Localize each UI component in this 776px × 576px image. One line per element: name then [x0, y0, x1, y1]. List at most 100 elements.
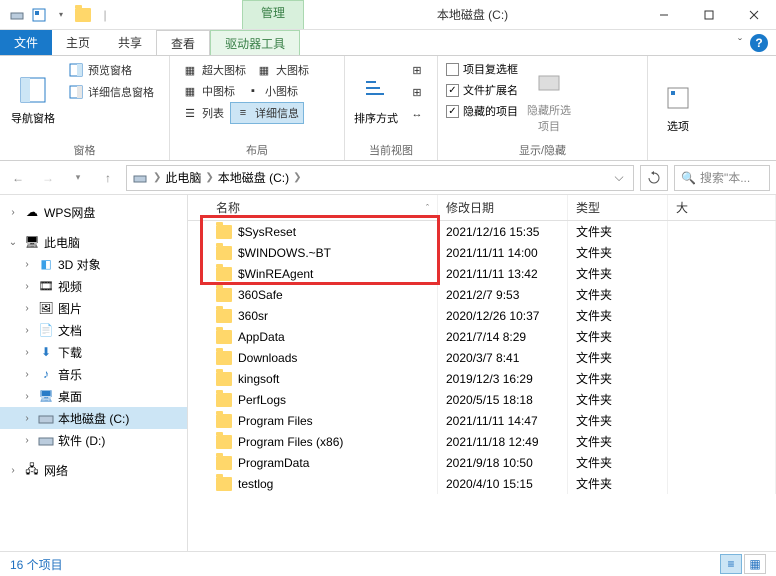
- group-current-view-label: 当前视图: [353, 140, 429, 158]
- tree-network[interactable]: ›🖧网络: [0, 459, 187, 481]
- extra-large-icons-button[interactable]: ▦超大图标: [178, 60, 250, 80]
- refresh-button[interactable]: [640, 165, 668, 191]
- tab-view[interactable]: 查看: [156, 30, 210, 55]
- hidden-items-toggle[interactable]: ✓隐藏的项目: [446, 102, 518, 120]
- medium-icons-button[interactable]: ▦中图标: [178, 81, 239, 101]
- thumbnails-view-toggle[interactable]: ▦: [744, 554, 766, 574]
- table-row[interactable]: kingsoft2019/12/3 16:29文件夹: [188, 368, 776, 389]
- drive-icon: [8, 6, 26, 24]
- breadcrumb-this-pc[interactable]: 此电脑: [165, 169, 201, 186]
- address-bar[interactable]: ❯ 此电脑 ❯ 本地磁盘 (C:) ❯ ⌵: [126, 165, 634, 191]
- tree-this-pc[interactable]: ⌄🖥此电脑: [0, 231, 187, 253]
- file-type: 文件夹: [568, 452, 668, 473]
- tree-drive-d[interactable]: ›软件 (D:): [0, 429, 187, 451]
- file-type: 文件夹: [568, 221, 668, 242]
- file-type: 文件夹: [568, 284, 668, 305]
- column-type[interactable]: 类型: [568, 195, 668, 220]
- sort-by-button[interactable]: 排序方式: [353, 60, 399, 140]
- maximize-button[interactable]: [686, 0, 731, 30]
- column-size[interactable]: 大: [668, 195, 776, 220]
- help-icon[interactable]: ?: [750, 34, 768, 52]
- tab-home[interactable]: 主页: [52, 30, 104, 55]
- properties-icon[interactable]: [30, 6, 48, 24]
- tree-3d-objects[interactable]: ›◧3D 对象: [0, 253, 187, 275]
- chevron-right-icon[interactable]: ❯: [293, 172, 301, 183]
- list-view-button[interactable]: ☰列表: [178, 102, 228, 124]
- tab-drive-tools[interactable]: 驱动器工具: [210, 30, 300, 55]
- file-type: 文件夹: [568, 389, 668, 410]
- folder-icon: [216, 288, 232, 302]
- tree-documents[interactable]: ›📄文档: [0, 319, 187, 341]
- navigation-tree[interactable]: ›☁WPS网盘 ⌄🖥此电脑 ›◧3D 对象 ›🎞视频 ›🖼图片 ›📄文档 ›⬇下…: [0, 195, 188, 551]
- chevron-right-icon[interactable]: ❯: [153, 172, 161, 183]
- file-date: 2021/11/18 12:49: [438, 431, 568, 452]
- tree-wps[interactable]: ›☁WPS网盘: [0, 201, 187, 223]
- file-list[interactable]: $SysReset2021/12/16 15:35文件夹$WINDOWS.~BT…: [188, 221, 776, 551]
- drive-icon: [38, 410, 54, 426]
- folder-icon: [216, 372, 232, 386]
- table-row[interactable]: Program Files (x86) 2021/11/18 12:49文件夹: [188, 431, 776, 452]
- column-date[interactable]: 修改日期: [438, 195, 568, 220]
- quick-access-toolbar: ▾ |: [0, 0, 122, 29]
- tree-desktop[interactable]: ›🖥桌面: [0, 385, 187, 407]
- file-date: 2021/11/11 14:00: [438, 242, 568, 263]
- tree-music[interactable]: ›♪音乐: [0, 363, 187, 385]
- forward-button[interactable]: →: [36, 166, 60, 190]
- details-view-toggle[interactable]: ≡: [720, 554, 742, 574]
- tab-file[interactable]: 文件: [0, 30, 52, 55]
- hide-selected-button[interactable]: 隐藏所选项目: [524, 60, 574, 140]
- file-date: 2021/9/18 10:50: [438, 452, 568, 473]
- file-type: 文件夹: [568, 368, 668, 389]
- folder-icon: [216, 477, 232, 491]
- column-name[interactable]: 名称ˆ: [188, 195, 438, 220]
- table-row[interactable]: testlog2020/4/10 15:15文件夹: [188, 473, 776, 494]
- recent-locations-button[interactable]: ▾: [66, 166, 90, 190]
- table-row[interactable]: 360sr2020/12/26 10:37文件夹: [188, 305, 776, 326]
- document-icon: 📄: [38, 322, 54, 338]
- file-type: 文件夹: [568, 263, 668, 284]
- table-row[interactable]: ProgramData2021/9/18 10:50文件夹: [188, 452, 776, 473]
- search-input[interactable]: 🔍 搜索"本...: [674, 165, 770, 191]
- small-icons-button[interactable]: ▪小图标: [241, 81, 302, 101]
- options-button[interactable]: 选项: [656, 60, 700, 156]
- large-icons-button[interactable]: ▦大图标: [252, 60, 313, 80]
- qat-dropdown-icon[interactable]: ▾: [52, 6, 70, 24]
- table-row[interactable]: $WINDOWS.~BT2021/11/11 14:00文件夹: [188, 242, 776, 263]
- details-pane-button[interactable]: 详细信息窗格: [64, 82, 158, 102]
- column-headers[interactable]: 名称ˆ 修改日期 类型 大: [188, 195, 776, 221]
- table-row[interactable]: 360Safe2021/2/7 9:53文件夹: [188, 284, 776, 305]
- details-view-button[interactable]: ≡详细信息: [230, 102, 304, 124]
- table-row[interactable]: Downloads2020/3/7 8:41文件夹: [188, 347, 776, 368]
- folder-icon: [216, 267, 232, 281]
- table-row[interactable]: $SysReset2021/12/16 15:35文件夹: [188, 221, 776, 242]
- table-row[interactable]: AppData2021/7/14 8:29文件夹: [188, 326, 776, 347]
- tree-drive-c[interactable]: ›本地磁盘 (C:): [0, 407, 187, 429]
- collapse-ribbon-icon[interactable]: ˇ: [738, 36, 742, 50]
- tree-downloads[interactable]: ›⬇下载: [0, 341, 187, 363]
- file-name: Program Files (x86): [238, 435, 343, 449]
- chevron-right-icon[interactable]: ❯: [205, 172, 213, 183]
- search-icon: 🔍: [681, 171, 696, 185]
- table-row[interactable]: PerfLogs2020/5/15 18:18文件夹: [188, 389, 776, 410]
- add-columns-button[interactable]: ⊞: [405, 82, 429, 102]
- close-button[interactable]: [731, 0, 776, 30]
- preview-pane-button[interactable]: 预览窗格: [64, 60, 158, 80]
- file-type: 文件夹: [568, 431, 668, 452]
- file-name: $WinREAgent: [238, 267, 313, 281]
- group-panes-label: 窗格: [8, 140, 161, 158]
- table-row[interactable]: $WinREAgent2021/11/11 13:42文件夹: [188, 263, 776, 284]
- table-row[interactable]: Program Files2021/11/11 14:47文件夹: [188, 410, 776, 431]
- group-by-button[interactable]: ⊞: [405, 60, 429, 80]
- tree-pictures[interactable]: ›🖼图片: [0, 297, 187, 319]
- breadcrumb-drive[interactable]: 本地磁盘 (C:): [218, 169, 289, 186]
- tree-videos[interactable]: ›🎞视频: [0, 275, 187, 297]
- navigation-pane-button[interactable]: 导航窗格: [8, 60, 58, 140]
- address-dropdown-icon[interactable]: ⌵: [609, 170, 629, 185]
- minimize-button[interactable]: [641, 0, 686, 30]
- file-extensions-toggle[interactable]: ✓文件扩展名: [446, 81, 518, 99]
- size-columns-button[interactable]: ↔: [405, 104, 429, 124]
- back-button[interactable]: ←: [6, 166, 30, 190]
- up-button[interactable]: ↑: [96, 166, 120, 190]
- item-checkboxes-toggle[interactable]: 项目复选框: [446, 60, 518, 78]
- tab-share[interactable]: 共享: [104, 30, 156, 55]
